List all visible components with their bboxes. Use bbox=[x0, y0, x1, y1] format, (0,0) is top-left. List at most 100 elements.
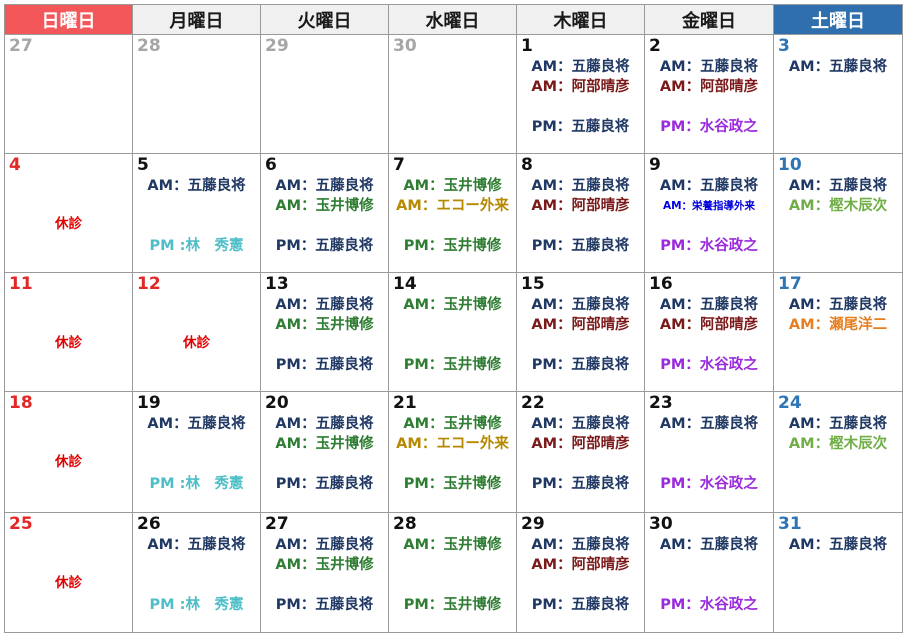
day-number: 1 bbox=[521, 36, 533, 56]
day-cell: 29 AM：五藤良将 AM：阿部晴彦 PM：五藤良将 bbox=[517, 513, 645, 633]
doctor-assignment: AM：五藤良将 bbox=[531, 297, 630, 313]
day-cell: 12 休診 bbox=[133, 273, 261, 392]
day-cell: 6 AM：五藤良将 AM：玉井博修 PM：五藤良将 bbox=[261, 154, 389, 273]
day-number: 3 bbox=[778, 36, 790, 56]
day-cell: 18 休診 bbox=[5, 392, 133, 513]
day-cell: 27 AM：五藤良将 AM：玉井博修 PM：五藤良将 bbox=[261, 513, 389, 633]
doctor-assignment: AM：五藤良将 bbox=[531, 537, 630, 553]
doctor-assignment: AM：瀬尾洋二 bbox=[788, 317, 888, 333]
doctor-assignment: AM：五藤良将 bbox=[788, 297, 888, 313]
day-cell: 17 AM：五藤良将 AM：瀬尾洋二 bbox=[774, 273, 903, 392]
doctor-assignment: AM：玉井博修 bbox=[403, 297, 502, 313]
day-number: 12 bbox=[137, 274, 161, 294]
doctor-assignment: AM：五藤良将 bbox=[147, 416, 246, 432]
day-number: 7 bbox=[393, 155, 405, 175]
day-number: 15 bbox=[521, 274, 545, 294]
doctor-assignment: AM：玉井博修 bbox=[403, 537, 502, 553]
doctor-assignment: PM：五藤良将 bbox=[531, 476, 630, 492]
day-number: 8 bbox=[521, 155, 533, 175]
doctor-assignment: PM：五藤良将 bbox=[531, 357, 630, 373]
doctor-assignment: PM：水谷政之 bbox=[660, 357, 758, 373]
day-number: 30 bbox=[649, 514, 673, 534]
doctor-assignment: PM：玉井博修 bbox=[403, 597, 502, 613]
doctor-assignment: AM：五藤良将 bbox=[531, 178, 630, 194]
day-cell: 1 AM：五藤良将 AM：阿部晴彦 PM：五藤良将 bbox=[517, 35, 645, 154]
day-number: 10 bbox=[778, 155, 802, 175]
doctor-assignment: AM：五藤良将 bbox=[147, 178, 246, 194]
day-cell: 25 休診 bbox=[5, 513, 133, 633]
day-cell: 30 bbox=[389, 35, 517, 154]
weekday-header-monday: 月曜日 bbox=[133, 5, 261, 35]
doctor-assignment: AM：阿部晴彦 bbox=[531, 557, 630, 573]
closed-label: 休診 bbox=[55, 335, 82, 351]
day-cell: 30 AM：五藤良将 PM：水谷政之 bbox=[645, 513, 774, 633]
doctor-assignment: AM：五藤良将 bbox=[788, 537, 888, 553]
doctor-assignment: AM：玉井博修 bbox=[275, 317, 374, 333]
doctor-assignment: PM：五藤良将 bbox=[275, 476, 374, 492]
day-number: 27 bbox=[265, 514, 289, 534]
doctor-assignment: AM：樫木辰次 bbox=[788, 436, 888, 452]
doctor-assignment: PM：水谷政之 bbox=[660, 119, 758, 135]
day-number: 27 bbox=[9, 36, 33, 56]
doctor-assignment: AM：阿部晴彦 bbox=[659, 317, 759, 333]
day-cell: 3 AM：五藤良将 bbox=[774, 35, 903, 154]
day-number: 20 bbox=[265, 393, 289, 413]
doctor-assignment: AM：阿部晴彦 bbox=[531, 317, 630, 333]
day-number: 19 bbox=[137, 393, 161, 413]
day-number: 13 bbox=[265, 274, 289, 294]
doctor-assignment: PM：五藤良将 bbox=[531, 238, 630, 254]
doctor-assignment: PM：玉井博修 bbox=[403, 357, 502, 373]
day-cell: 26 AM：五藤良将 PM :林 秀憲 bbox=[133, 513, 261, 633]
day-cell: 31 AM：五藤良将 bbox=[774, 513, 903, 633]
weekday-header-thursday: 木曜日 bbox=[517, 5, 645, 35]
day-cell: 9 AM：五藤良将 AM：栄養指導外来 PM：水谷政之 bbox=[645, 154, 774, 273]
day-cell: 29 bbox=[261, 35, 389, 154]
day-cell: 22 AM：五藤良将 AM：阿部晴彦 PM：五藤良将 bbox=[517, 392, 645, 513]
doctor-assignment: AM：五藤良将 bbox=[531, 416, 630, 432]
doctor-assignment: AM：五藤良将 bbox=[659, 297, 759, 313]
doctor-assignment: AM：五藤良将 bbox=[275, 297, 374, 313]
day-cell: 5 AM：五藤良将 PM :林 秀憲 bbox=[133, 154, 261, 273]
day-number: 31 bbox=[778, 514, 802, 534]
day-number: 4 bbox=[9, 155, 21, 175]
doctor-assignment: AM：五藤良将 bbox=[659, 178, 759, 194]
day-cell: 27 bbox=[5, 35, 133, 154]
doctor-assignment: PM：水谷政之 bbox=[660, 476, 758, 492]
doctor-assignment: AM：玉井博修 bbox=[275, 436, 374, 452]
doctor-assignment: AM：五藤良将 bbox=[531, 59, 630, 75]
doctor-assignment: PM：五藤良将 bbox=[275, 357, 374, 373]
doctor-assignment: PM：五藤良将 bbox=[531, 119, 630, 135]
day-number: 9 bbox=[649, 155, 661, 175]
doctor-assignment: PM：玉井博修 bbox=[403, 476, 502, 492]
doctor-assignment: AM：阿部晴彦 bbox=[531, 79, 630, 95]
doctor-assignment: PM：水谷政之 bbox=[660, 597, 758, 613]
day-cell: 23 AM：五藤良将 PM：水谷政之 bbox=[645, 392, 774, 513]
doctor-assignment: AM：五藤良将 bbox=[659, 59, 759, 75]
day-number: 25 bbox=[9, 514, 33, 534]
doctor-assignment: AM：五藤良将 bbox=[275, 416, 374, 432]
doctor-assignment: AM：五藤良将 bbox=[788, 178, 888, 194]
day-number: 5 bbox=[137, 155, 149, 175]
day-cell: 11 休診 bbox=[5, 273, 133, 392]
weekday-header-saturday: 土曜日 bbox=[774, 5, 903, 35]
doctor-assignment: AM：樫木辰次 bbox=[788, 198, 888, 214]
day-cell: 13 AM：五藤良将 AM：玉井博修 PM：五藤良将 bbox=[261, 273, 389, 392]
day-number: 17 bbox=[778, 274, 802, 294]
day-cell: 4 休診 bbox=[5, 154, 133, 273]
doctor-assignment: PM：玉井博修 bbox=[403, 238, 502, 254]
day-number: 16 bbox=[649, 274, 673, 294]
weekday-header-sunday: 日曜日 bbox=[5, 5, 133, 35]
day-number: 29 bbox=[521, 514, 545, 534]
day-number: 14 bbox=[393, 274, 417, 294]
doctor-assignment: AM：阿部晴彦 bbox=[659, 79, 759, 95]
doctor-assignment: AM：五藤良将 bbox=[147, 537, 246, 553]
day-number: 26 bbox=[137, 514, 161, 534]
day-cell: 15 AM：五藤良将 AM：阿部晴彦 PM：五藤良将 bbox=[517, 273, 645, 392]
day-cell: 21 AM：玉井博修 AM：エコー外来 PM：玉井博修 bbox=[389, 392, 517, 513]
doctor-assignment: AM：五藤良将 bbox=[275, 537, 374, 553]
doctor-assignment: PM :林 秀憲 bbox=[149, 238, 244, 254]
day-number: 30 bbox=[393, 36, 417, 56]
day-number: 28 bbox=[137, 36, 161, 56]
day-cell: 8 AM：五藤良将 AM：阿部晴彦 PM：五藤良将 bbox=[517, 154, 645, 273]
doctor-assignment: PM：五藤良将 bbox=[531, 597, 630, 613]
